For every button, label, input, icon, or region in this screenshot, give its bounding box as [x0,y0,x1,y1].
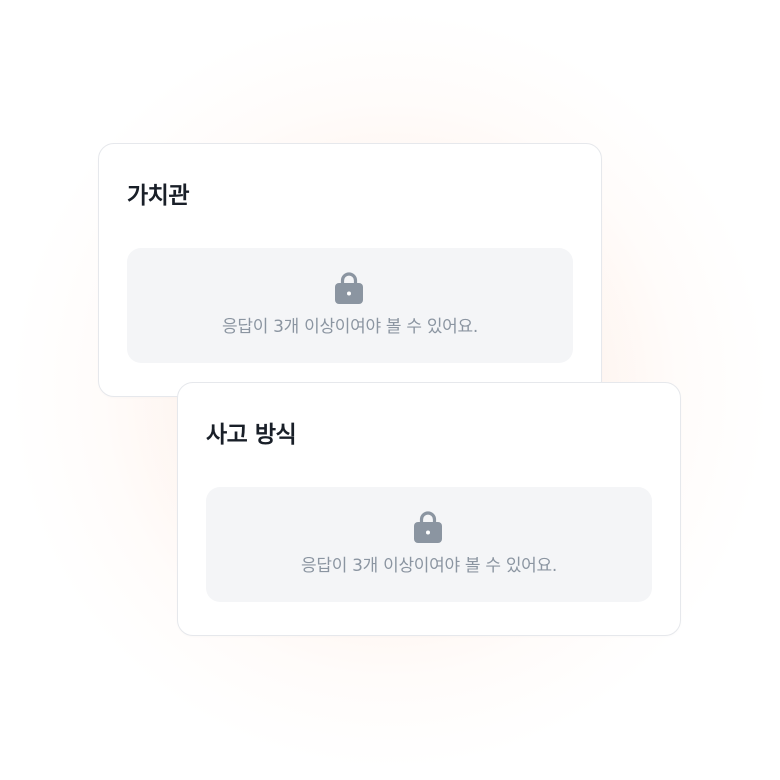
card-values: 가치관 응답이 3개 이상이여야 볼 수 있어요. [98,143,602,397]
locked-content-panel: 응답이 3개 이상이여야 볼 수 있어요. [127,248,573,363]
lock-icon [414,511,442,543]
locked-message: 응답이 3개 이상이여야 볼 수 있어요. [301,556,557,576]
card-thinking-style: 사고 방식 응답이 3개 이상이여야 볼 수 있어요. [177,382,681,636]
card-title: 사고 방식 [206,422,297,448]
locked-content-panel: 응답이 3개 이상이여야 볼 수 있어요. [206,487,652,602]
card-title: 가치관 [127,183,189,209]
locked-message: 응답이 3개 이상이여야 볼 수 있어요. [222,317,478,337]
lock-icon [335,272,363,304]
